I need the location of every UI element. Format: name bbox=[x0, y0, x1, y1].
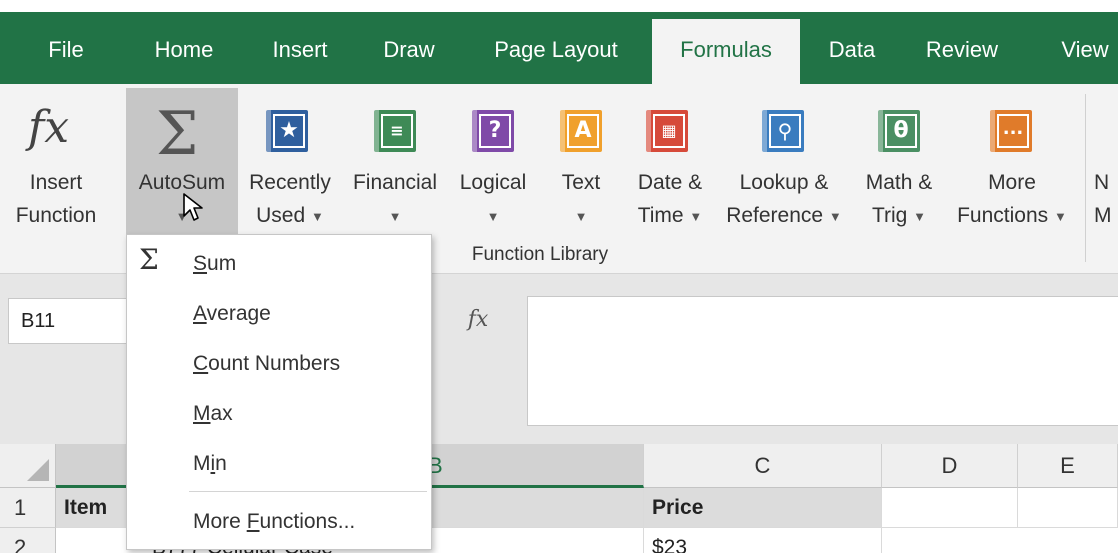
more-dots-icon: ... bbox=[990, 110, 1032, 152]
tab-review[interactable]: Review bbox=[914, 12, 1010, 84]
sigma-icon: Σ bbox=[139, 243, 159, 276]
more-label-1: More bbox=[988, 171, 1036, 194]
menu-separator bbox=[189, 491, 427, 492]
more-functions-button[interactable]: ... More Functions ▼ bbox=[948, 94, 1076, 244]
cutoff-label-2: M bbox=[1094, 204, 1112, 227]
recently-used-label-1: Recently bbox=[249, 171, 331, 194]
text-button[interactable]: A Text ▼ bbox=[546, 94, 616, 244]
column-header-e[interactable]: E bbox=[1018, 444, 1118, 488]
math-label-2: Trig ▼ bbox=[871, 204, 927, 227]
menu-item-min-label: Min bbox=[193, 452, 227, 475]
cell-d1[interactable] bbox=[882, 488, 1018, 528]
insert-function-button[interactable]: fx Insert Function bbox=[0, 94, 112, 244]
lookup-reference-button[interactable]: ⚲ Lookup & Reference ▼ bbox=[718, 94, 850, 244]
date-time-button[interactable]: ▦ Date & Time ▼ bbox=[624, 94, 716, 244]
recently-used-label-2: Used ▼ bbox=[256, 204, 324, 227]
name-manager-button-partial[interactable]: N M bbox=[1094, 94, 1118, 244]
tab-formulas[interactable]: Formulas bbox=[652, 19, 800, 87]
autosum-dropdown-menu: Σ Sum Average Count Numbers Max Min More… bbox=[126, 234, 432, 550]
math-label-1: Math & bbox=[865, 171, 933, 194]
cell-e1[interactable] bbox=[1018, 488, 1118, 528]
tab-view[interactable]: View bbox=[1050, 12, 1118, 84]
menu-item-max[interactable]: Max bbox=[127, 389, 431, 439]
theta-icon: θ bbox=[878, 110, 920, 152]
question-mark-icon: ? bbox=[472, 110, 514, 152]
magnifier-icon: ⚲ bbox=[762, 110, 804, 152]
fx-icon[interactable]: fx bbox=[438, 300, 518, 340]
mouse-pointer-icon bbox=[183, 193, 203, 221]
menu-item-sum-label: Sum bbox=[193, 252, 237, 275]
column-header-c[interactable]: C bbox=[644, 444, 882, 488]
formula-input[interactable] bbox=[527, 296, 1118, 426]
tab-draw[interactable]: Draw bbox=[372, 12, 446, 84]
cutoff-label-1: N bbox=[1094, 171, 1110, 194]
menu-item-max-label: Max bbox=[193, 402, 233, 425]
logical-label: Logical bbox=[459, 171, 527, 194]
menu-item-count-label: Count Numbers bbox=[193, 352, 341, 375]
ribbon-group-separator bbox=[1085, 94, 1086, 262]
text-dropdown-caret[interactable]: ▼ bbox=[546, 199, 616, 233]
sigma-icon: Σ bbox=[156, 99, 199, 169]
financial-label: Financial bbox=[352, 171, 438, 194]
tab-home[interactable]: Home bbox=[140, 12, 228, 84]
lookup-label-1: Lookup & bbox=[739, 171, 829, 194]
menu-item-average-label: Average bbox=[193, 302, 271, 325]
date-time-label-2: Time ▼ bbox=[637, 204, 703, 227]
menu-item-sum[interactable]: Σ Sum bbox=[127, 239, 431, 289]
recently-used-icon: ★ bbox=[266, 110, 308, 152]
logical-button[interactable]: ? Logical ▼ bbox=[450, 94, 536, 244]
text-a-icon: A bbox=[560, 110, 602, 152]
cell-c1[interactable]: Price bbox=[644, 488, 882, 528]
insert-function-icon: fx bbox=[28, 102, 70, 153]
select-all-triangle-icon bbox=[27, 459, 49, 481]
row-header-2[interactable]: 2 bbox=[0, 528, 56, 553]
tab-file[interactable]: File bbox=[40, 12, 92, 84]
tab-insert[interactable]: Insert bbox=[262, 12, 338, 84]
tab-data[interactable]: Data bbox=[816, 12, 888, 84]
menu-item-more-functions-label: More Functions... bbox=[193, 510, 356, 533]
cell-c2[interactable]: $23 bbox=[644, 528, 882, 553]
more-label-2: Functions ▼ bbox=[957, 204, 1067, 227]
logical-dropdown-caret[interactable]: ▼ bbox=[450, 199, 536, 233]
lookup-label-2: Reference ▼ bbox=[726, 204, 842, 227]
select-all-corner[interactable] bbox=[0, 444, 56, 488]
tab-page-layout[interactable]: Page Layout bbox=[476, 12, 636, 84]
financial-button[interactable]: ≡ Financial ▼ bbox=[342, 94, 448, 244]
financial-dropdown-caret[interactable]: ▼ bbox=[342, 199, 448, 233]
math-trig-button[interactable]: θ Math & Trig ▼ bbox=[852, 94, 946, 244]
calendar-icon: ▦ bbox=[646, 110, 688, 152]
column-header-d[interactable]: D bbox=[882, 444, 1018, 488]
menu-item-more-functions[interactable]: More Functions... bbox=[127, 497, 431, 547]
date-time-label-1: Date & bbox=[637, 171, 703, 194]
text-label: Text bbox=[561, 171, 601, 194]
financial-icon: ≡ bbox=[374, 110, 416, 152]
group-label-function-library: Function Library bbox=[471, 244, 609, 265]
recently-used-button[interactable]: ★ Recently Used ▼ bbox=[240, 94, 340, 244]
menu-item-count-numbers[interactable]: Count Numbers bbox=[127, 339, 431, 389]
name-box[interactable]: B11 bbox=[8, 298, 130, 344]
insert-function-label-1: Insert bbox=[29, 171, 83, 194]
menu-item-average[interactable]: Average bbox=[127, 289, 431, 339]
menu-item-min[interactable]: Min bbox=[127, 439, 431, 489]
row-header-1[interactable]: 1 bbox=[0, 488, 56, 528]
insert-function-label-2: Function bbox=[15, 204, 97, 227]
